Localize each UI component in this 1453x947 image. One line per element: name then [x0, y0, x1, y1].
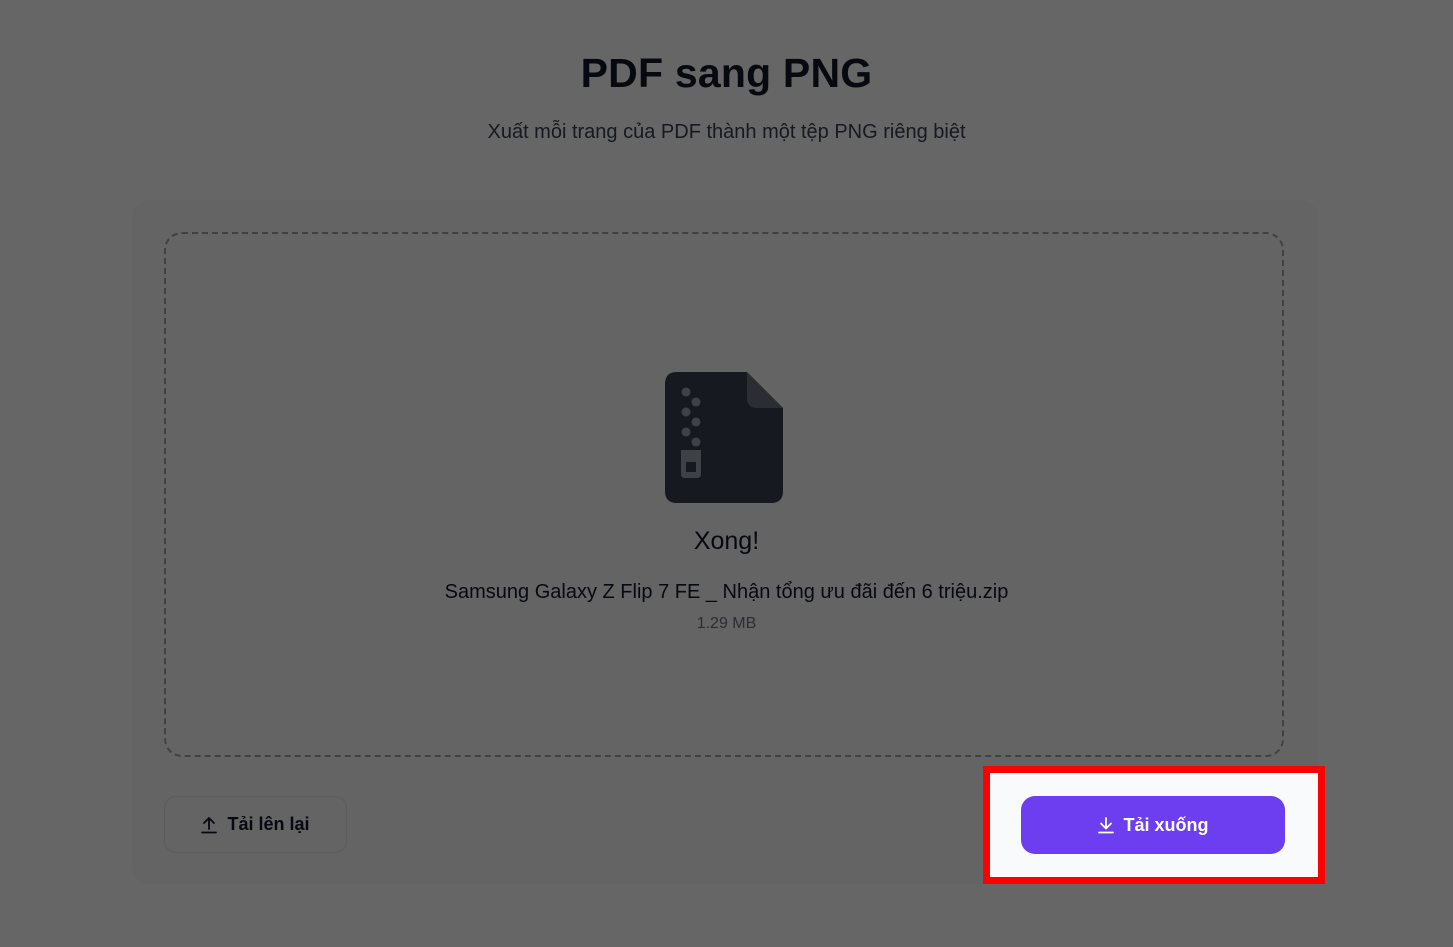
download-label: Tải xuống [1123, 814, 1209, 835]
reupload-label: Tải lên lại [227, 814, 310, 834]
download-button[interactable]: Tải xuống [1021, 796, 1285, 854]
page: PDF sang PNG Xuất mỗi trang của PDF thàn… [0, 0, 1453, 947]
upload-icon [201, 816, 218, 834]
file-name: Samsung Galaxy Z Flip 7 FE _ Nhận tổng ư… [444, 581, 1009, 603]
reupload-button[interactable]: Tải lên lại [164, 796, 347, 853]
file-size: 1.29 MB [696, 615, 757, 632]
page-title: PDF sang PNG [580, 50, 873, 96]
status-text: Xong! [693, 527, 760, 555]
zip-file-icon [665, 370, 785, 505]
page-subtitle: Xuất mỗi trang của PDF thành một tệp PNG… [487, 121, 966, 143]
download-icon [1097, 816, 1114, 834]
